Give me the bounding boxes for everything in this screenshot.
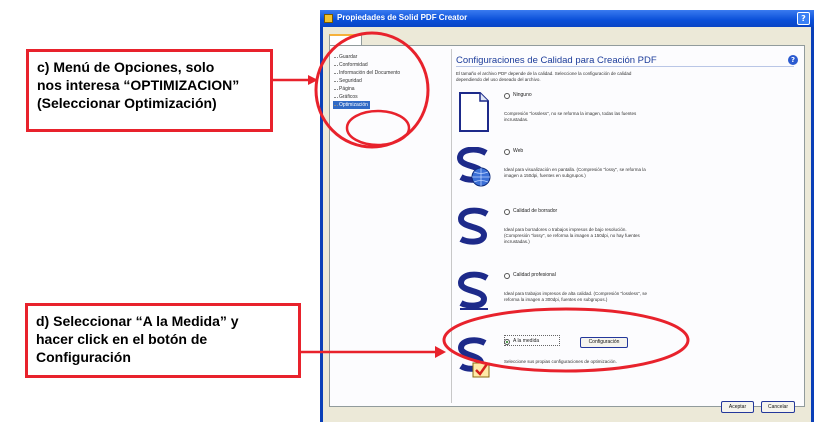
option-label: Ninguno [513,92,532,98]
tree-item-pagina[interactable]: Página [333,85,443,93]
option-description: Ideal para visualización en pantalla. (C… [504,167,646,178]
tree-divider [451,49,452,403]
select-custom-note: d) Seleccionar “A la Medida” y hacer cli… [25,303,301,378]
radio-profesional[interactable] [504,273,510,279]
tree-item-conformidad[interactable]: Conformidad [333,61,443,69]
content-title: Configuraciones de Calidad para Creación… [456,55,657,66]
menu-arrow [273,75,318,85]
option-ninguno: Ninguno Compresión "lossless", no se ref… [456,91,802,141]
radio-ninguno[interactable] [504,93,510,99]
menu-options-note: c) Menú de Opciones, solo nos interesa “… [26,49,273,132]
option-label: A la medida [513,338,540,344]
option-borrador: Calidad de borrador Ideal para borradore… [456,207,802,257]
option-label: Calidad profesional [513,272,556,278]
option-description: Seleccione sus propias configuraciones d… [504,359,617,364]
option-label: Web [513,148,524,154]
content-description: El tamaño el archivo PDF depende de la c… [456,71,632,82]
option-a-la-medida: A la medida Configuración Seleccione sus… [456,335,802,387]
option-profesional: Calidad profesional Ideal para trabajos … [456,271,802,321]
configuracion-button[interactable]: Configuración [580,337,628,348]
window-title: Propiedades de Solid PDF Creator [337,13,468,22]
radio-a-la-medida[interactable] [504,339,510,345]
radio-borrador[interactable] [504,209,510,215]
help-title-button[interactable]: ? [797,12,810,25]
solid-web-globe-icon [456,147,491,187]
solid-custom-check-icon [457,337,490,378]
tree-item-guardar[interactable]: Guardar [333,53,443,61]
optimization-content: Configuraciones de Calidad para Creación… [456,49,802,403]
options-tree: Guardar Conformidad Información del Docu… [333,53,443,109]
tree-item-graficos[interactable]: Gráficos [333,93,443,101]
app-icon [324,14,333,23]
title-underline [456,66,794,67]
option-description: Compresión "lossless", no se reforma la … [504,111,637,122]
tab-general[interactable] [329,34,362,45]
tree-item-seguridad[interactable]: Seguridad [333,77,443,85]
cancel-button[interactable]: Cancelar [761,401,795,413]
tree-item-optimizacion[interactable]: Optimización [333,101,370,109]
solid-professional-icon [457,271,489,310]
radio-web[interactable] [504,149,510,155]
title-bar[interactable]: Propiedades de Solid PDF Creator ? [320,10,814,27]
dialog-client: Guardar Conformidad Información del Docu… [323,27,811,422]
option-description: Ideal para trabajos impresos de alta cal… [504,291,648,302]
properties-dialog: Propiedades de Solid PDF Creator ? Guard… [320,10,814,422]
option-web: Web Ideal para visualización en pantalla… [456,147,802,197]
option-label: Calidad de borrador [513,208,558,214]
blank-page-icon [459,92,489,132]
solid-draft-icon [457,207,489,245]
help-icon[interactable]: ? [788,55,798,65]
option-description: Ideal para borradores o trabajos impreso… [504,227,640,244]
ok-button[interactable]: Aceptar [721,401,754,413]
tree-item-informacion[interactable]: Información del Documento [333,69,443,77]
